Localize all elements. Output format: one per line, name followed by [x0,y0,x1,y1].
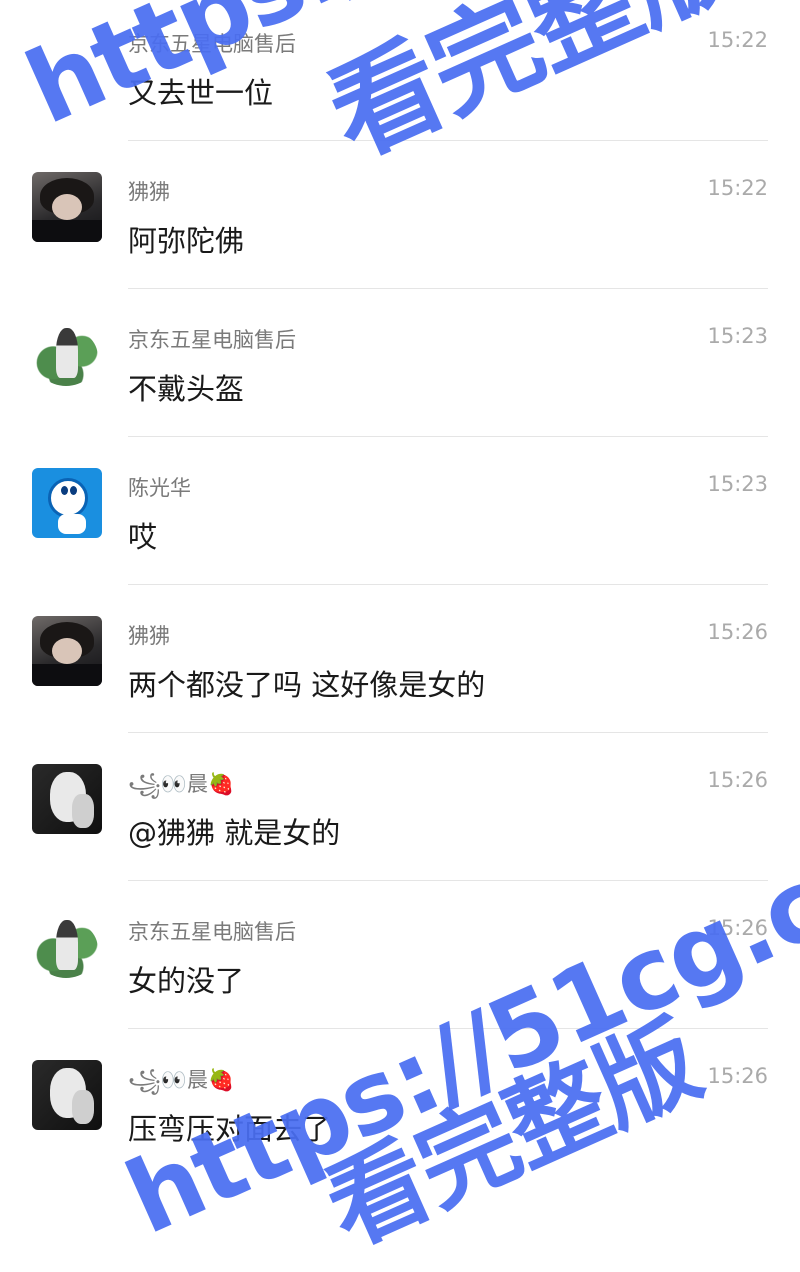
avatar[interactable] [32,1060,102,1130]
chat-message[interactable]: ꧁👀晨🍓 15:26 压弯压对面去了 [0,1036,800,1184]
avatar[interactable] [32,616,102,686]
message-text: 压弯压对面去了 [128,1112,332,1146]
avatar-arm [32,664,102,686]
message-time: 15:26 [707,620,768,644]
sender-name[interactable]: 京东五星电脑售后 [128,324,296,354]
avatar-hand [72,1090,94,1124]
divider [128,288,768,289]
avatar-hand [72,794,94,828]
sender-name[interactable]: ꧁👀晨🍓 [128,768,234,811]
avatar[interactable] [32,912,102,982]
message-time: 15:22 [707,176,768,200]
sender-name[interactable]: ꧁👀晨🍓 [128,1064,234,1107]
message-text: 哎 [128,520,158,554]
message-text: @狒狒 就是女的 [128,816,341,850]
chat-message[interactable]: 京东五星电脑售后 15:22 又去世一位 [0,0,800,148]
avatar[interactable] [32,172,102,242]
chat-message[interactable]: 京东五星电脑售后 15:26 女的没了 [0,888,800,1036]
message-text: 又去世一位 [128,76,274,110]
avatar-face [52,638,82,664]
chat-message[interactable]: ꧁👀晨🍓 15:26 @狒狒 就是女的 [0,740,800,888]
sender-name[interactable]: 京东五星电脑售后 [128,916,296,946]
avatar-dog [56,920,78,970]
message-time: 15:23 [707,324,768,348]
message-text: 阿弥陀佛 [128,224,245,258]
avatar-eye [70,486,77,495]
message-text: 女的没了 [128,964,245,998]
message-text: 不戴头盔 [128,372,245,406]
divider [128,1028,768,1029]
avatar-dog [56,328,78,378]
message-text: 两个都没了吗 这好像是女的 [128,668,486,702]
divider [128,436,768,437]
chat-message[interactable]: 狒狒 15:22 阿弥陀佛 [0,148,800,296]
chat-message[interactable]: 陈光华 15:23 哎 [0,444,800,592]
message-time: 15:23 [707,472,768,496]
chat-message-list: 京东五星电脑售后 15:22 又去世一位 狒狒 15:22 阿弥陀佛 京东五星电… [0,0,800,1173]
divider [128,732,768,733]
message-time: 15:22 [707,28,768,52]
divider [128,880,768,881]
divider [128,140,768,141]
divider [128,584,768,585]
avatar-face [52,194,82,220]
sender-name[interactable]: 京东五星电脑售后 [128,28,296,58]
sender-name[interactable]: 陈光华 [128,472,191,502]
avatar-eye [61,486,68,495]
avatar[interactable] [32,764,102,834]
message-time: 15:26 [707,768,768,792]
message-time: 15:26 [707,916,768,940]
sender-name[interactable]: 狒狒 [128,620,170,650]
avatar[interactable] [32,468,102,538]
sender-name[interactable]: 狒狒 [128,176,170,206]
avatar-head [48,478,88,518]
avatar-body [58,514,86,534]
avatar-arm [32,220,102,242]
chat-message[interactable]: 狒狒 15:26 两个都没了吗 这好像是女的 [0,592,800,740]
chat-message[interactable]: 京东五星电脑售后 15:23 不戴头盔 [0,296,800,444]
message-time: 15:26 [707,1064,768,1088]
avatar[interactable] [32,320,102,390]
